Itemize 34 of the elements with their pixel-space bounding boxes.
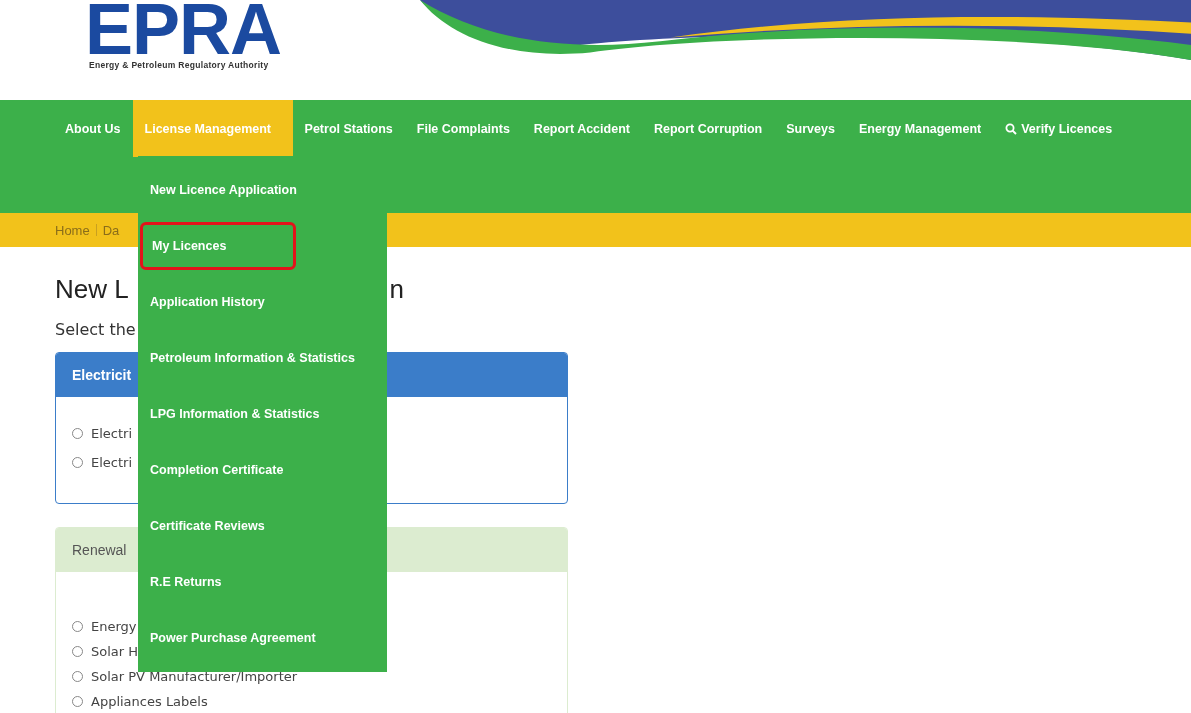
radio-button[interactable] (72, 428, 83, 439)
nav-link[interactable]: Energy Management (846, 100, 994, 157)
radio-button[interactable] (72, 646, 83, 657)
option-label: Appliances Labels (91, 694, 208, 709)
menu-item[interactable]: My Licences (140, 222, 296, 270)
page-title: n (389, 273, 404, 306)
option-label: Solar H (91, 644, 139, 659)
radio-button[interactable] (72, 621, 83, 632)
breadcrumb-link[interactable]: Da (102, 222, 120, 238)
menu-item[interactable]: Power Purchase Agreement (138, 610, 387, 666)
search-icon (1005, 122, 1018, 135)
logo-tagline: Energy & Petroleum Regulatory Authority (88, 60, 270, 70)
nav-link[interactable]: Surveys (774, 100, 847, 157)
menu-item[interactable]: Application History (138, 274, 387, 330)
menu-item[interactable]: Completion Certificate (138, 442, 387, 498)
option-label: Solar PV Manufacturer/Importer (91, 669, 298, 684)
nav-link[interactable]: Verify Licences (993, 100, 1125, 157)
subtitle: Select the (55, 320, 137, 341)
nav-link[interactable]: File Complaints (404, 100, 522, 157)
page-title: New L (55, 273, 129, 306)
breadcrumb-link[interactable]: Home (55, 222, 90, 238)
option-label: Energy (91, 619, 137, 634)
nav-link[interactable]: License Management (132, 100, 293, 157)
nav-link[interactable]: About Us (53, 100, 133, 157)
radio-button[interactable] (72, 696, 83, 707)
menu-item[interactable]: New Licence Application (138, 162, 387, 218)
nav-link[interactable]: Petrol Stations (292, 100, 405, 157)
logo-text: EPRA (84, 0, 283, 58)
nav-link[interactable]: Report Corruption (641, 100, 775, 157)
option-label: Electri (91, 455, 133, 470)
radio-button[interactable] (72, 671, 83, 682)
nav-link[interactable]: Report Accident (521, 100, 642, 157)
radio-button[interactable] (72, 457, 83, 468)
option-label: Electri (91, 426, 133, 441)
